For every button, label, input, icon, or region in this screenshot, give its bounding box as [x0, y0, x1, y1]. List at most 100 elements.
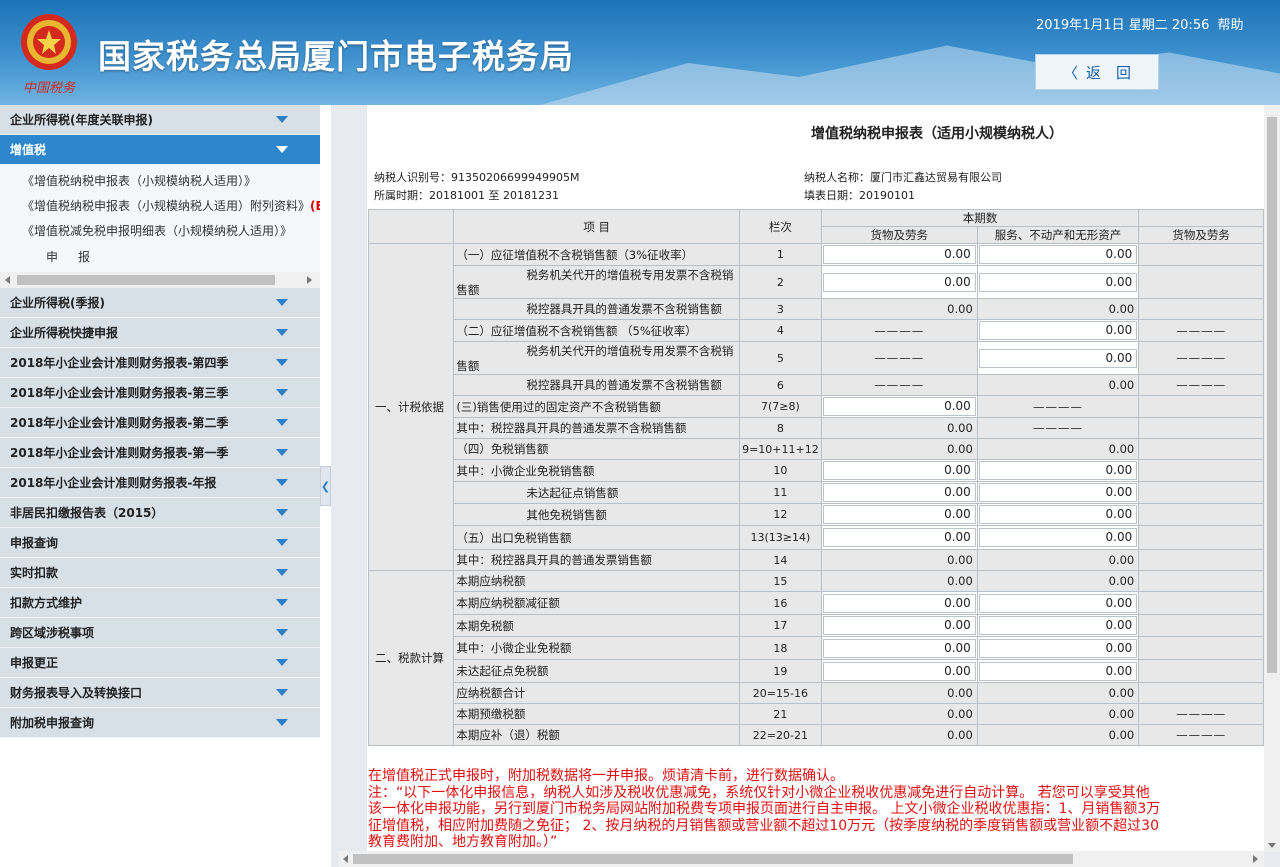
scrollbar-thumb[interactable] [17, 275, 275, 285]
chevron-down-icon [276, 509, 288, 516]
services-value-input[interactable]: 0.00 [978, 272, 1138, 292]
sidebar-item-cit-quarterly[interactable]: 企业所得税(季报) [0, 288, 320, 318]
goods-value[interactable]: 0.00 [820, 481, 978, 504]
goods-value: 0.00 [820, 682, 978, 704]
services-value[interactable]: 0.00 [976, 265, 1140, 299]
services-value[interactable]: 0.00 [976, 341, 1140, 375]
row-line-number: 7(7≥8) [739, 395, 822, 418]
row-item-label: 其中：税控器具开具的普通发票不含税销售额 [453, 417, 741, 439]
sidebar-item-cit-quick[interactable]: 企业所得税快捷申报 [0, 318, 320, 348]
scroll-left-icon[interactable] [5, 276, 10, 284]
scroll-down-icon[interactable] [1268, 843, 1276, 848]
goods-value-input[interactable]: 0.00 [822, 528, 976, 547]
sidebar-item-fs-import[interactable]: 财务报表导入及转换接口 [0, 678, 320, 708]
services-value[interactable]: 0.00 [976, 481, 1140, 504]
row-line-number: 5 [739, 341, 822, 375]
sidebar: 企业所得税(年度关联申报) 增值税 《增值税纳税申报表（小规模纳税人适用）》 《… [0, 105, 320, 867]
goods-value-input[interactable]: 0.00 [822, 272, 976, 292]
main-horizontal-scrollbar[interactable] [339, 851, 1264, 867]
goods-value-input[interactable]: 0.00 [822, 245, 976, 264]
help-link[interactable]: 帮助 [1218, 18, 1244, 33]
sidebar-item-fs-q3[interactable]: 2018年小企业会计准则财务报表-第三季 [0, 378, 320, 408]
services-value[interactable]: 0.00 [976, 614, 1140, 637]
row-line-number: 2 [739, 265, 822, 299]
services-value-input[interactable]: 0.00 [978, 348, 1138, 368]
row-line-number: 21 [739, 703, 822, 725]
scroll-right-icon[interactable] [307, 276, 312, 284]
services-value[interactable]: 0.00 [976, 659, 1140, 683]
services-value[interactable]: 0.00 [976, 636, 1140, 660]
taxpayer-id-label: 纳税人识别号： [374, 171, 451, 184]
goods-value[interactable]: 0.00 [820, 591, 978, 615]
row-item-label: 未达起征点销售额 [453, 481, 741, 504]
sidebar-item-label: 申报查询 [10, 536, 59, 550]
sidebar-item-nonresident[interactable]: 非居民扣缴报告表（2015） [0, 498, 320, 528]
goods-value[interactable]: 0.00 [820, 636, 978, 660]
services-value-input[interactable]: 0.00 [978, 505, 1138, 524]
services-value[interactable]: 0.00 [976, 459, 1140, 482]
sidebar-item-vat[interactable]: 增值税 [0, 135, 320, 165]
submenu-link-vat-attachment[interactable]: 《增值税纳税申报表（小规模纳税人适用）附列资料》(E [0, 194, 320, 219]
table-row: 其中：小微企业免税销售额 10 0.00 0.00 [369, 459, 1264, 482]
sidebar-item-deduct-method[interactable]: 扣款方式维护 [0, 588, 320, 618]
sidebar-horizontal-scrollbar[interactable] [0, 272, 320, 288]
back-button[interactable]: 〈 返 回 [1035, 54, 1159, 90]
goods-value[interactable]: 0.00 [820, 614, 978, 637]
services-value[interactable]: 0.00 [976, 503, 1140, 526]
services-value-input[interactable]: 0.00 [978, 483, 1138, 502]
sidebar-item-correction[interactable]: 申报更正 [0, 648, 320, 678]
sidebar-collapse-toggle[interactable]: ❮ [320, 466, 331, 506]
services-value-input[interactable]: 0.00 [978, 638, 1138, 658]
goods-value-input[interactable]: 0.00 [822, 593, 976, 613]
services-value[interactable]: 0.00 [976, 591, 1140, 615]
row-line-number: 15 [739, 570, 822, 592]
goods-value-input[interactable]: 0.00 [822, 461, 976, 480]
goods-value[interactable]: 0.00 [820, 525, 978, 550]
table-row: 本期免税额 17 0.00 0.00 [369, 614, 1264, 637]
sidebar-item-fs-annual[interactable]: 2018年小企业会计准则财务报表-年报 [0, 468, 320, 498]
scrollbar-thumb[interactable] [1267, 117, 1277, 673]
sidebar-item-cit-annual[interactable]: 企业所得税(年度关联申报) [0, 105, 320, 135]
submit-report-button[interactable]: 申报 [0, 244, 320, 270]
goods-value[interactable]: 0.00 [820, 459, 978, 482]
sidebar-item-query[interactable]: 申报查询 [0, 528, 320, 558]
services-value-input[interactable]: 0.00 [978, 661, 1138, 681]
sidebar-item-fs-q4[interactable]: 2018年小企业会计准则财务报表-第四季 [0, 348, 320, 378]
sidebar-item-fs-q1[interactable]: 2018年小企业会计准则财务报表-第一季 [0, 438, 320, 468]
services-value[interactable]: 0.00 [976, 243, 1140, 266]
goods-value[interactable]: 0.00 [820, 243, 978, 266]
goods-value-input[interactable]: 0.00 [822, 505, 976, 524]
sidebar-item-cross-region[interactable]: 跨区域涉税事项 [0, 618, 320, 648]
sidebar-item-surtax-query[interactable]: 附加税申报查询 [0, 708, 320, 738]
services-value-input[interactable]: 0.00 [978, 321, 1138, 340]
services-value-input[interactable]: 0.00 [978, 616, 1138, 635]
services-value: 0.00 [976, 703, 1140, 725]
goods-value[interactable]: 0.00 [820, 395, 978, 418]
goods-value-input[interactable]: 0.00 [822, 483, 976, 502]
scroll-right-icon[interactable] [1253, 855, 1258, 863]
scroll-left-icon[interactable] [343, 855, 348, 863]
goods-value[interactable]: 0.00 [820, 659, 978, 683]
main-vertical-scrollbar[interactable] [1264, 105, 1280, 852]
goods-value-input[interactable]: 0.00 [822, 638, 976, 658]
services-value-input[interactable]: 0.00 [978, 461, 1138, 480]
scrollbar-thumb[interactable] [353, 854, 1073, 864]
goods-value-input[interactable]: 0.00 [822, 661, 976, 681]
submenu-link-vat-exemption[interactable]: 《增值税减免税申报明细表（小规模纳税人适用）》 [0, 219, 320, 244]
services-value-input[interactable]: 0.00 [978, 528, 1138, 547]
goods-value-input[interactable]: 0.00 [822, 616, 976, 635]
services-value[interactable]: 0.00 [976, 319, 1140, 342]
goods-value[interactable]: 0.00 [820, 503, 978, 526]
services-value-input[interactable]: 0.00 [978, 593, 1138, 613]
table-row: （四）免税销售额 9=10+11+12 0.00 0.00 [369, 438, 1264, 460]
goods-value[interactable]: 0.00 [820, 265, 978, 299]
row-line-number: 22=20-21 [739, 724, 822, 746]
sidebar-item-realtime-deduct[interactable]: 实时扣款 [0, 558, 320, 588]
goods-value-input[interactable]: 0.00 [822, 397, 976, 416]
row-line-number: 14 [739, 549, 822, 571]
sidebar-item-fs-q2[interactable]: 2018年小企业会计准则财务报表-第二季 [0, 408, 320, 438]
notice-text: 在增值税正式申报时，附加税数据将一并申报。烦请清卡前，进行数据确认。 注：“以下… [368, 768, 1264, 851]
services-value[interactable]: 0.00 [976, 525, 1140, 550]
services-value-input[interactable]: 0.00 [978, 245, 1138, 264]
submenu-link-vat-return[interactable]: 《增值税纳税申报表（小规模纳税人适用）》 [0, 169, 320, 194]
